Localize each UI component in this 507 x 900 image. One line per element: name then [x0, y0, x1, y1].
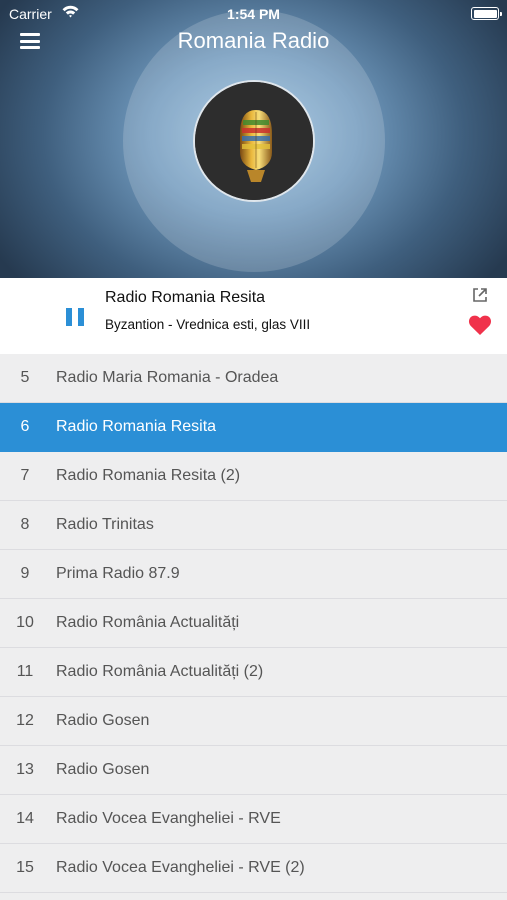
station-number: 15	[16, 859, 34, 876]
station-row[interactable]: 13 Radio Gosen	[0, 746, 507, 795]
station-number: 5	[20, 369, 30, 386]
battery-icon	[471, 7, 502, 20]
station-row[interactable]: 15 Radio Vocea Evangheliei - RVE (2)	[0, 844, 507, 893]
station-name: Radio Trinitas	[56, 516, 154, 533]
station-name: Radio Vocea Evangheliei - RVE	[56, 810, 281, 827]
station-name: Radio România Actualități (2)	[56, 663, 264, 680]
station-number: 13	[16, 761, 34, 778]
station-list: 5 Radio Maria Romania - Oradea 6 Radio Roma…	[0, 354, 507, 893]
station-row[interactable]: 9 Prima Radio 87.9	[0, 550, 507, 599]
station-name: Radio România Actualități	[56, 614, 240, 631]
station-number: 7	[20, 467, 30, 484]
station-row[interactable]: 6 Radio Romania Resita	[0, 403, 507, 452]
pause-icon[interactable]	[66, 308, 84, 326]
station-name: Radio Maria Romania - Oradea	[56, 369, 279, 386]
app-title: Romania Radio	[177, 28, 330, 53]
station-number: 8	[20, 516, 30, 533]
station-row[interactable]: 5 Radio Maria Romania - Oradea	[0, 354, 507, 403]
status-bar: Carrier 1:54 PM	[0, 0, 507, 28]
clock: 1:54 PM	[227, 6, 280, 22]
microphone-icon	[195, 82, 313, 200]
heart-icon[interactable]	[468, 314, 492, 336]
station-row[interactable]: 10 Radio România Actualități	[0, 599, 507, 648]
station-artwork	[193, 80, 315, 202]
station-number: 12	[16, 712, 34, 729]
station-name: Radio Romania Resita	[56, 418, 217, 435]
station-number: 10	[16, 614, 34, 631]
station-row[interactable]: 7 Radio Romania Resita (2)	[0, 452, 507, 501]
station-number: 11	[16, 663, 34, 680]
station-row[interactable]: 11 Radio România Actualități (2)	[0, 648, 507, 697]
station-number: 9	[20, 565, 30, 582]
hero-banner: Carrier 1:54 PM Romania Radio	[0, 0, 507, 278]
now-playing-track: Byzantion - Vrednica esti, glas VIII	[105, 317, 311, 332]
station-name: Radio Romania Resita (2)	[56, 467, 241, 484]
station-name: Radio Vocea Evangheliei - RVE (2)	[56, 859, 305, 876]
station-row[interactable]: 12 Radio Gosen	[0, 697, 507, 746]
station-name: Radio Gosen	[56, 712, 150, 729]
station-row[interactable]: 8 Radio Trinitas	[0, 501, 507, 550]
share-icon[interactable]	[471, 286, 489, 304]
now-playing-station: Radio Romania Resita	[105, 289, 266, 306]
station-name: Prima Radio 87.9	[56, 565, 180, 582]
station-number: 6	[20, 418, 30, 435]
station-number: 14	[16, 810, 34, 827]
station-name: Radio Gosen	[56, 761, 150, 778]
station-row[interactable]: 14 Radio Vocea Evangheliei - RVE	[0, 795, 507, 844]
